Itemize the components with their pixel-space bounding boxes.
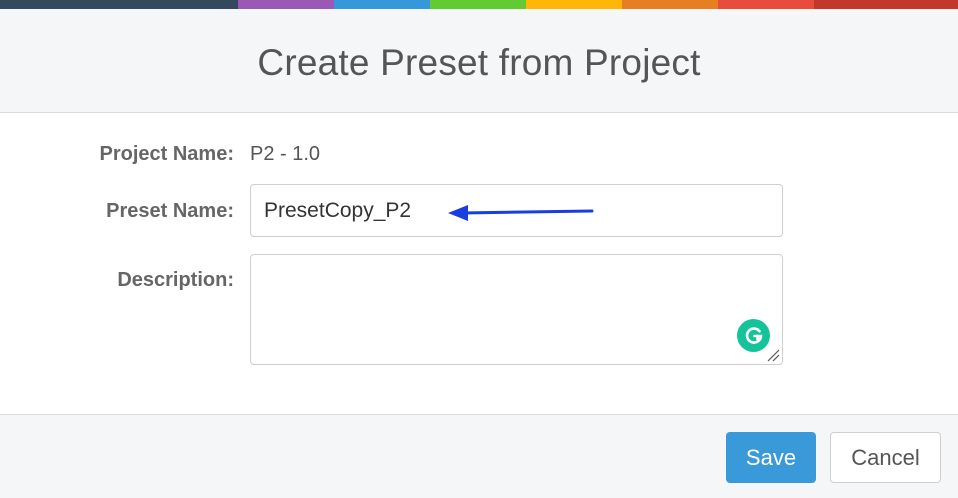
cancel-button[interactable]: Cancel — [830, 432, 941, 483]
color-bar-segment — [814, 0, 958, 9]
color-bar-segment — [238, 0, 334, 9]
preset-name-input-value: PresetCopy_P2 — [264, 198, 412, 222]
color-bar — [0, 0, 958, 9]
resize-handle-icon[interactable] — [766, 348, 780, 362]
color-bar-segment — [0, 0, 238, 9]
project-name-value: P2 - 1.0 — [250, 143, 321, 165]
description-textarea[interactable] — [250, 254, 783, 365]
color-bar-segment — [718, 0, 814, 9]
description-label: Description: — [117, 269, 234, 291]
create-preset-dialog: Create Preset from Project Project Name:… — [0, 0, 958, 498]
preset-name-label: Preset Name: — [106, 200, 234, 222]
dialog-title: Create Preset from Project — [257, 41, 701, 83]
project-name-label: Project Name: — [99, 143, 235, 165]
save-button[interactable]: Save — [726, 432, 816, 483]
dialog-header: Create Preset from Project — [0, 9, 958, 113]
blue-arrow-icon — [448, 205, 594, 221]
grammarly-g-glyph — [745, 326, 762, 344]
color-bar-segment — [622, 0, 718, 9]
color-bar-segment — [526, 0, 622, 9]
color-bar-segment — [334, 0, 430, 9]
color-bar-segment — [430, 0, 526, 9]
